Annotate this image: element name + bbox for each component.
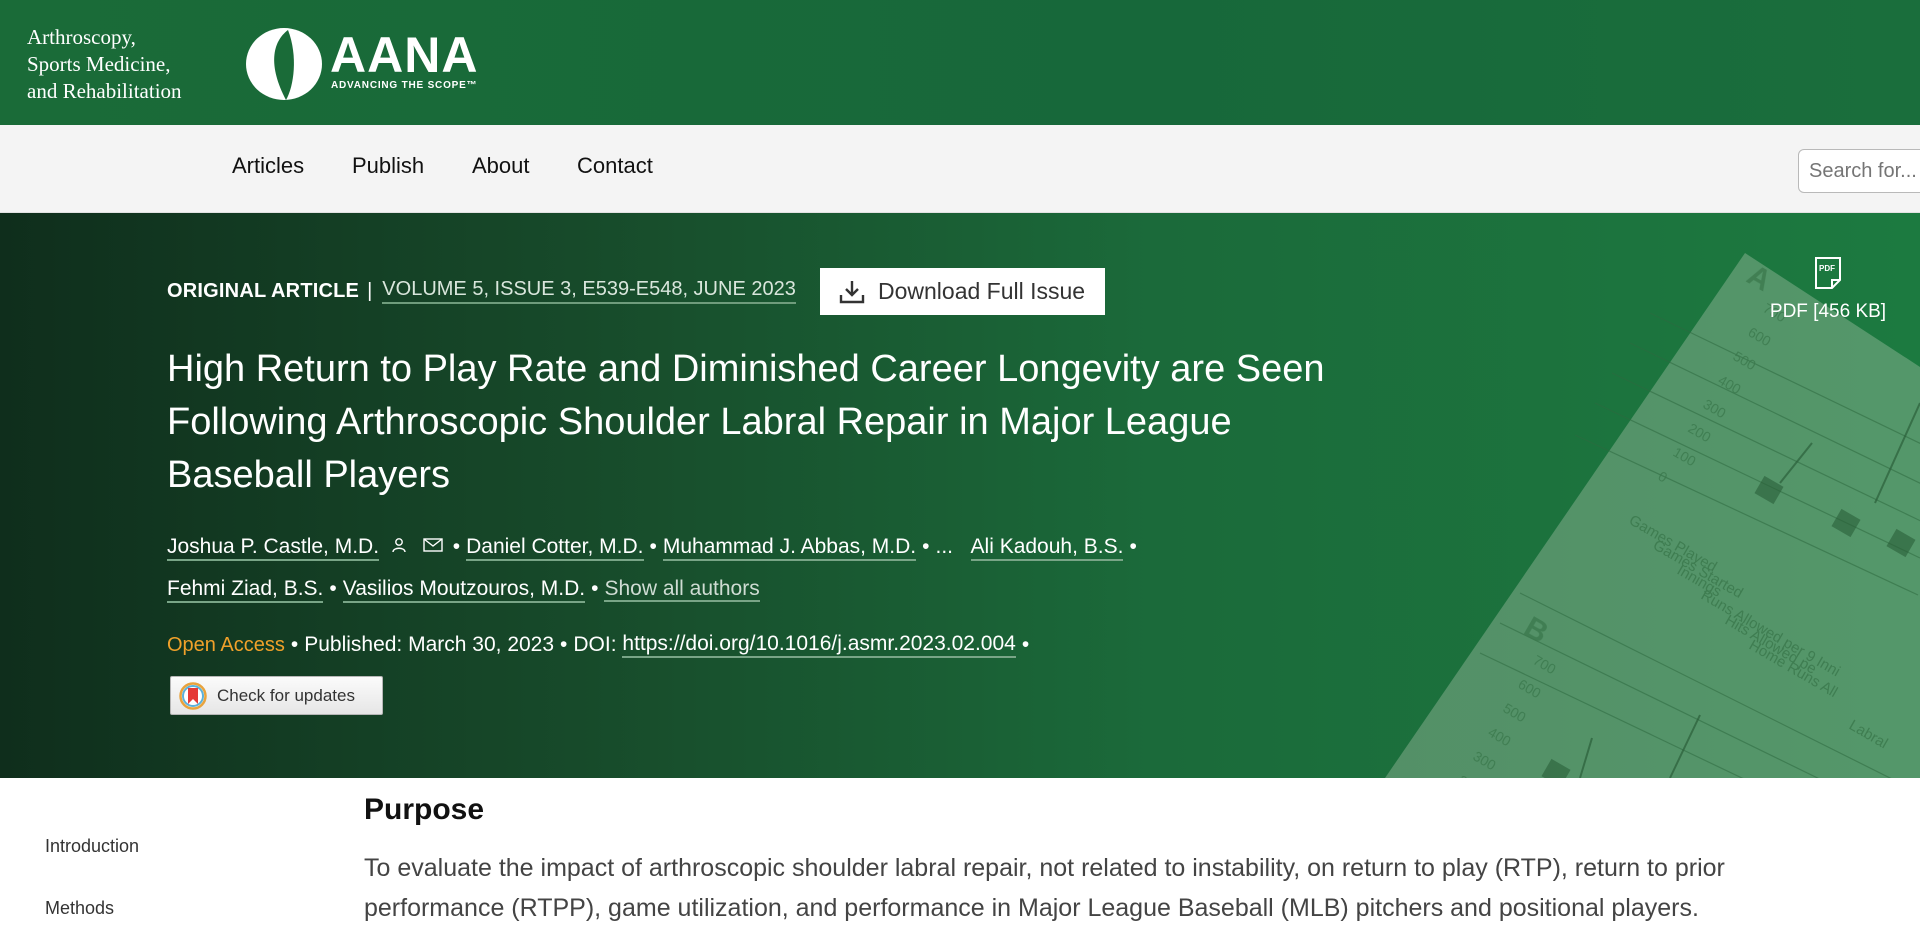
published-date: Published: March 30, 2023: [304, 633, 555, 656]
download-full-issue-label: Download Full Issue: [878, 278, 1086, 304]
author-link[interactable]: Vasilios Moutzouros, M.D.: [342, 577, 586, 603]
email-icon[interactable]: [423, 538, 443, 553]
nav-articles[interactable]: Articles: [232, 153, 304, 179]
author-link[interactable]: Fehmi Ziad, B.S.: [167, 577, 324, 603]
pub-separator: •: [560, 633, 568, 656]
article-title: High Return to Play Rate and Diminished …: [167, 348, 1325, 496]
author-link[interactable]: Ali Kadouh, B.S.: [970, 535, 1124, 561]
author-link[interactable]: Joshua P. Castle, M.D.: [167, 535, 380, 561]
nav-about[interactable]: About: [472, 153, 530, 179]
aana-logo-icon[interactable]: [244, 26, 324, 102]
search-input[interactable]: [1798, 149, 1920, 193]
author-separator: •: [922, 535, 930, 558]
download-icon: [839, 280, 865, 303]
author-list: Joshua P. Castle, M.D. • Daniel Cotter, M…: [167, 526, 1287, 610]
check-for-updates-label: Check for updates: [217, 685, 355, 705]
svg-text:PDF: PDF: [1819, 264, 1835, 273]
pdf-file-icon: PDF: [1815, 257, 1841, 289]
nav-contact[interactable]: Contact: [577, 153, 653, 179]
journal-name[interactable]: Arthroscopy, Sports Medicine, and Rehabi…: [27, 24, 217, 105]
meta-separator: |: [367, 279, 373, 302]
open-access-badge: Open Access: [167, 633, 285, 656]
journal-name-line2: Sports Medicine,: [27, 52, 171, 76]
doi-link[interactable]: https://doi.org/10.1016/j.asmr.2023.02.0…: [622, 632, 1016, 658]
check-for-updates-button[interactable]: Check for updates: [170, 676, 383, 715]
article-type: ORIGINAL ARTICLE: [167, 279, 360, 302]
publication-info: Open Access • Published: March 30, 2023 …: [167, 632, 1035, 658]
aana-wordmark[interactable]: AANA: [330, 30, 478, 80]
sidebar-item-introduction[interactable]: Introduction: [45, 836, 139, 857]
pub-separator: •: [290, 633, 299, 656]
author-link[interactable]: Daniel Cotter, M.D.: [466, 535, 644, 561]
pub-separator: •: [1021, 633, 1030, 656]
nav-publish[interactable]: Publish: [352, 153, 424, 179]
pdf-download-link[interactable]: PDF PDF [456 KB]: [1760, 256, 1896, 323]
journal-name-line3: and Rehabilitation: [27, 79, 182, 103]
author-separator: •: [452, 535, 461, 558]
author-separator: •: [1129, 535, 1137, 558]
crossmark-icon: [179, 681, 207, 710]
doi-label: DOI:: [573, 633, 617, 656]
author-separator: •: [591, 577, 599, 600]
volume-issue-link[interactable]: VOLUME 5, ISSUE 3, E539-E548, JUNE 2023: [382, 278, 796, 304]
authors-ellipsis: ...: [935, 535, 953, 558]
section-heading-purpose: Purpose: [364, 793, 485, 826]
sidebar-item-methods[interactable]: Methods: [45, 898, 114, 919]
pdf-label: PDF [456 KB]: [1769, 301, 1887, 322]
author-separator: •: [649, 535, 657, 558]
download-full-issue-button[interactable]: Download Full Issue: [820, 268, 1105, 315]
abstract-purpose-text: To evaluate the impact of arthroscopic s…: [364, 854, 1725, 922]
site-header: Arthroscopy, Sports Medicine, and Rehabi…: [0, 0, 1920, 125]
journal-name-line1: Arthroscopy,: [27, 25, 136, 49]
author-separator: •: [329, 577, 337, 600]
aana-tagline: ADVANCING THE SCOPE™: [331, 80, 478, 91]
article-meta: ORIGINAL ARTICLE | VOLUME 5, ISSUE 3, E5…: [167, 278, 796, 304]
show-all-authors-link[interactable]: Show all authors: [604, 577, 760, 602]
person-icon[interactable]: [391, 537, 407, 553]
main-nav: Articles Publish About Contact: [0, 125, 1920, 213]
author-link[interactable]: Muhammad J. Abbas, M.D.: [662, 535, 917, 561]
